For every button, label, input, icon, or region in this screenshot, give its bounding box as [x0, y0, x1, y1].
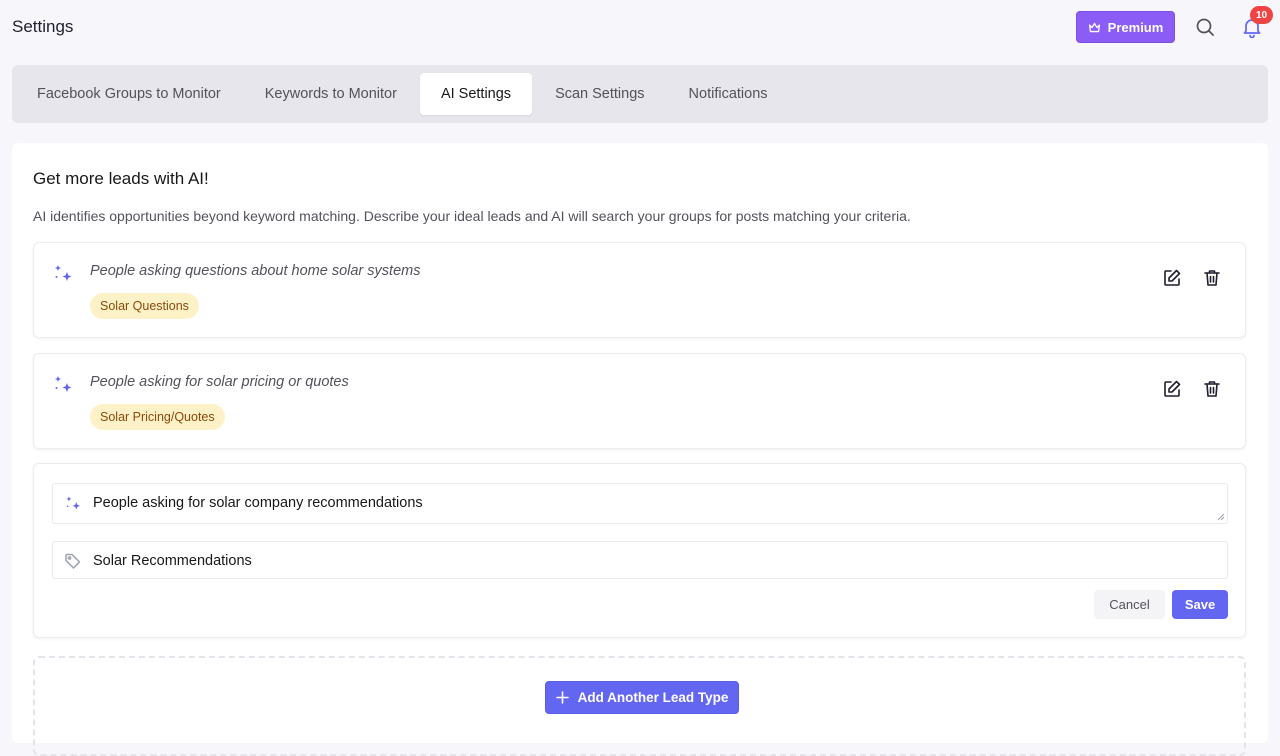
- premium-label: Premium: [1107, 19, 1164, 35]
- crown-icon: [1088, 22, 1100, 32]
- top-bar: Settings Premium 10: [0, 0, 1280, 55]
- add-lead-type-label: Add Another Lead Type: [577, 690, 729, 705]
- tag-field: [52, 541, 1228, 579]
- save-button[interactable]: Save: [1172, 590, 1228, 619]
- section-description: AI identifies opportunities beyond keywo…: [33, 208, 911, 224]
- lead-type-description: People asking questions about home solar…: [90, 263, 421, 279]
- search-icon[interactable]: [1195, 17, 1215, 37]
- lead-type-tag: Solar Pricing/Quotes: [90, 404, 225, 430]
- trash-icon[interactable]: [1202, 379, 1222, 399]
- premium-button[interactable]: Premium: [1076, 11, 1175, 43]
- tag-input[interactable]: [93, 551, 1213, 571]
- tab-facebook-groups[interactable]: Facebook Groups to Monitor: [16, 73, 242, 115]
- tab-ai-settings[interactable]: AI Settings: [419, 73, 533, 115]
- plus-icon: [555, 691, 569, 704]
- resize-handle-icon[interactable]: [1217, 513, 1225, 521]
- description-field: People asking for solar company recommen…: [52, 483, 1228, 524]
- add-lead-type-button[interactable]: Add Another Lead Type: [545, 681, 739, 714]
- ai-settings-panel: Get more leads with AI! AI identifies op…: [12, 143, 1268, 756]
- tab-keywords[interactable]: Keywords to Monitor: [244, 73, 418, 115]
- edit-icon[interactable]: [1162, 379, 1182, 399]
- lead-type-editor: People asking for solar company recommen…: [33, 463, 1246, 638]
- edit-icon[interactable]: [1162, 268, 1182, 288]
- trash-icon[interactable]: [1202, 268, 1222, 288]
- sparkle-icon: [55, 265, 72, 281]
- add-lead-type-zone: Add Another Lead Type: [33, 656, 1246, 756]
- lead-type-tag: Solar Questions: [90, 293, 199, 319]
- lead-type-card: People asking questions about home solar…: [33, 242, 1246, 338]
- notification-badge: 10: [1250, 6, 1273, 24]
- sparkle-icon: [55, 376, 72, 392]
- description-input[interactable]: People asking for solar company recommen…: [93, 495, 1213, 517]
- tag-icon: [65, 553, 81, 569]
- lead-type-card: People asking for solar pricing or quote…: [33, 353, 1246, 449]
- section-heading: Get more leads with AI!: [33, 169, 209, 188]
- lead-type-description: People asking for solar pricing or quote…: [90, 374, 349, 390]
- settings-tabs: Facebook Groups to Monitor Keywords to M…: [12, 65, 1268, 123]
- cancel-button[interactable]: Cancel: [1094, 590, 1165, 619]
- page-title: Settings: [12, 17, 74, 36]
- tab-scan-settings[interactable]: Scan Settings: [534, 73, 665, 115]
- sparkle-icon: [66, 496, 80, 510]
- tab-notifications[interactable]: Notifications: [668, 73, 789, 115]
